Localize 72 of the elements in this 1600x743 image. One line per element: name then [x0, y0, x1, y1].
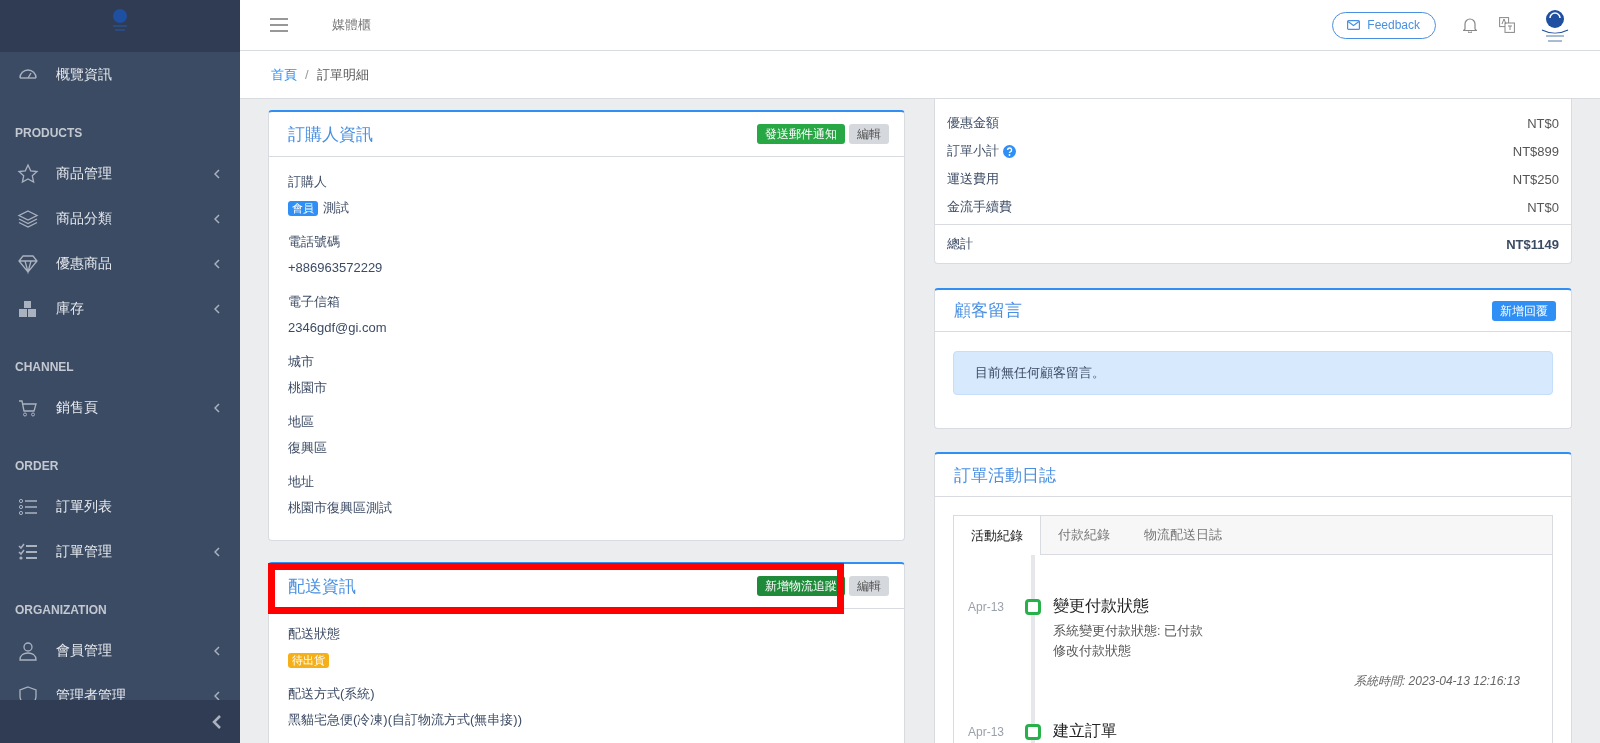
field-value: +886963572229 [288, 260, 383, 276]
summary-label: 優惠金額 [947, 114, 999, 132]
entry-title: 變更付款狀態 [1053, 596, 1150, 615]
field-value: 2346gdf@gi.com [288, 320, 387, 336]
card-title: 顧客留言 [954, 300, 1023, 322]
total-value: NT$1149 [1506, 236, 1559, 252]
empty-notice: 目前無任何顧客留言。 [953, 351, 1553, 395]
edit-button[interactable]: 編輯 [849, 576, 889, 596]
mail-icon [1347, 20, 1361, 30]
help-icon[interactable] [1003, 144, 1016, 158]
field-label: 配送方式(系統) [288, 686, 375, 702]
field-value: 測試 [323, 200, 349, 216]
field-label: 城市 [288, 354, 314, 370]
summary-value: NT$899 [1512, 143, 1559, 159]
field-value: 復興區 [288, 440, 327, 456]
entry-timestamp: 系統時間: 2023-04-13 12:16:13 [1353, 674, 1520, 688]
sidebar-section-label: ORDER [15, 459, 59, 473]
field-label: 電子信箱 [288, 294, 340, 310]
summary-label: 訂單小計 [947, 142, 999, 160]
card-title: 訂單活動日誌 [954, 464, 1056, 487]
edit-button[interactable]: 編輯 [849, 124, 889, 144]
field-label: 電話號碼 [288, 234, 340, 250]
shield-icon [17, 684, 39, 700]
breadcrumb-separator: / [305, 67, 309, 82]
sidebar-section-label: ORGANIZATION [15, 603, 107, 617]
entry-title: 建立訂單 [1053, 721, 1118, 740]
sidebar-item[interactable]: 銷售頁 [0, 385, 240, 430]
field-label: 訂購人 [288, 174, 327, 190]
diamond-icon [17, 252, 39, 275]
sidebar-item[interactable]: 概覽資訊 [0, 52, 240, 97]
collapse-chevron-icon[interactable] [212, 713, 222, 730]
user-icon [17, 639, 39, 662]
bell-icon[interactable] [1463, 17, 1477, 33]
sidebar-section-label: CHANNEL [15, 360, 74, 374]
field-label: 配送狀態 [288, 626, 340, 642]
page-title: 媒體櫃 [332, 16, 372, 34]
translate-icon[interactable] [1499, 17, 1515, 33]
summary-value: NT$0 [1527, 199, 1559, 215]
summary-value: NT$0 [1527, 115, 1559, 131]
tab[interactable]: 活動紀錄 [954, 516, 1041, 555]
card-title: 訂購人資訊 [288, 123, 374, 146]
field-label: 地區 [288, 414, 314, 430]
field-value: 桃園市 [288, 380, 327, 396]
summary-value: NT$250 [1512, 171, 1559, 187]
star-icon [17, 162, 39, 185]
sidebar-item[interactable]: 庫存 [0, 286, 240, 331]
entry-text: 修改付款狀態 [1053, 644, 1131, 659]
total-label: 總計 [947, 235, 973, 253]
menu-icon[interactable] [270, 18, 288, 32]
tab[interactable]: 付款紀錄 [1041, 516, 1127, 554]
sidebar-item[interactable]: 訂單管理 [0, 529, 240, 574]
field-value: 桃園市復興區測試 [288, 500, 392, 516]
entry-date: Apr-13 [968, 724, 1006, 741]
breadcrumb-current: 訂單明細 [316, 65, 369, 84]
tab[interactable]: 物流配送日誌 [1127, 516, 1239, 554]
status-badge: 待出貨 [288, 652, 329, 668]
summary-label: 運送費用 [947, 170, 999, 188]
field-value: 黑貓宅急便(冷凍)(自訂物流方式(無串接)) [288, 712, 522, 728]
sidebar-section-label: PRODUCTS [15, 126, 83, 140]
sidebar-item[interactable]: 優惠商品 [0, 241, 240, 286]
entry-text: 系統變更付款狀態: 已付款 [1053, 624, 1203, 639]
entry-date: Apr-13 [968, 599, 1006, 616]
sidebar-item[interactable]: 商品分類 [0, 196, 240, 241]
card-title: 配送資訊 [288, 575, 357, 598]
summary-label: 金流手續費 [947, 198, 1012, 216]
status-badge: 會員 [288, 200, 318, 216]
sidebar-item[interactable]: 會員管理 [0, 628, 240, 673]
field-label: 地址 [288, 474, 314, 490]
action-button[interactable]: 新增物流追蹤 [757, 576, 845, 596]
breadcrumb-link[interactable]: 首頁 [271, 65, 297, 84]
sidebar-item[interactable]: 訂單列表 [0, 484, 240, 529]
sidebar-item[interactable]: 商品管理 [0, 151, 240, 196]
